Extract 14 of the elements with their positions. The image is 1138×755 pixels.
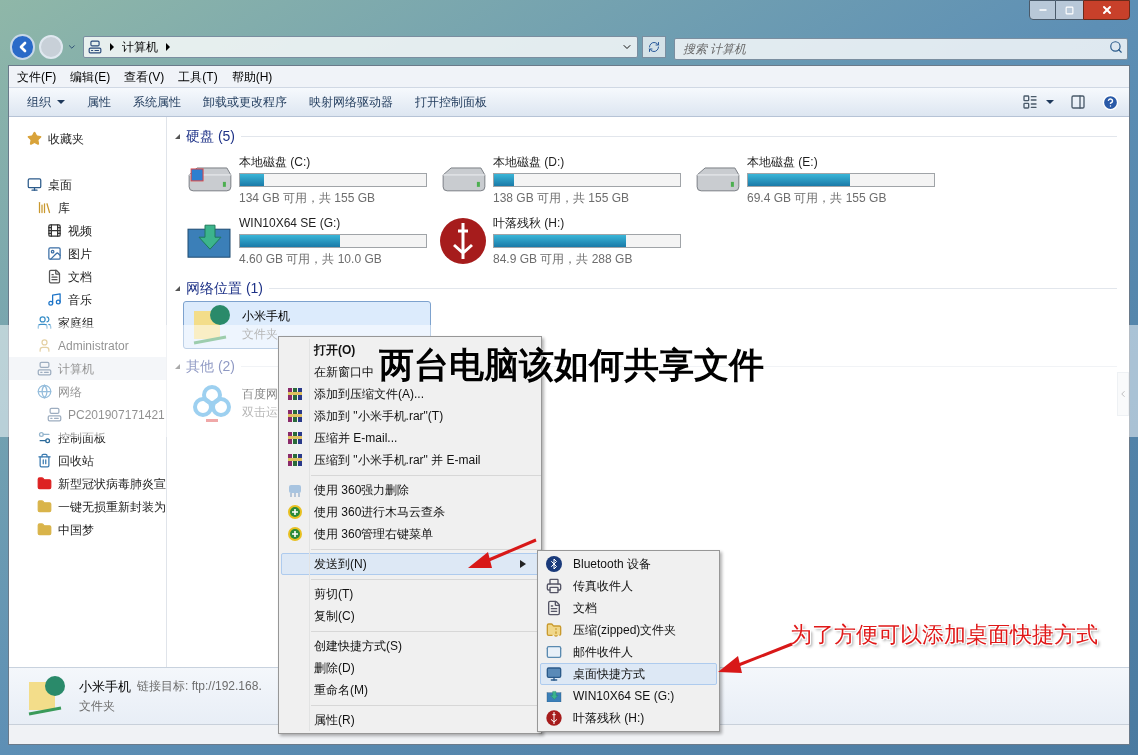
annotation-text: 为了方便可以添加桌面快捷方式 [790, 621, 1098, 649]
item-name: 百度网 [242, 386, 278, 403]
item-type: 双击运 [242, 404, 278, 421]
drive-space: 134 GB 可用，共 155 GB [239, 189, 377, 207]
drive-space: 84.9 GB 可用，共 288 GB [493, 250, 634, 268]
banner-title: 两台电脑该如何共享文件 [379, 347, 764, 383]
drive-space: 4.60 GB 可用，共 10.0 GB [239, 250, 383, 268]
details-name: 小米手机 [79, 678, 131, 697]
drive-space: 138 GB 可用，共 155 GB [493, 189, 631, 207]
item-type: 文件夹 [242, 326, 279, 343]
drive-space: 69.4 GB 可用，共 155 GB [747, 189, 888, 207]
details-type: 文件夹 [79, 697, 116, 715]
link-target: 链接目标: ftp://192.168. [137, 678, 262, 696]
item-name: 小米手机 [242, 308, 290, 325]
